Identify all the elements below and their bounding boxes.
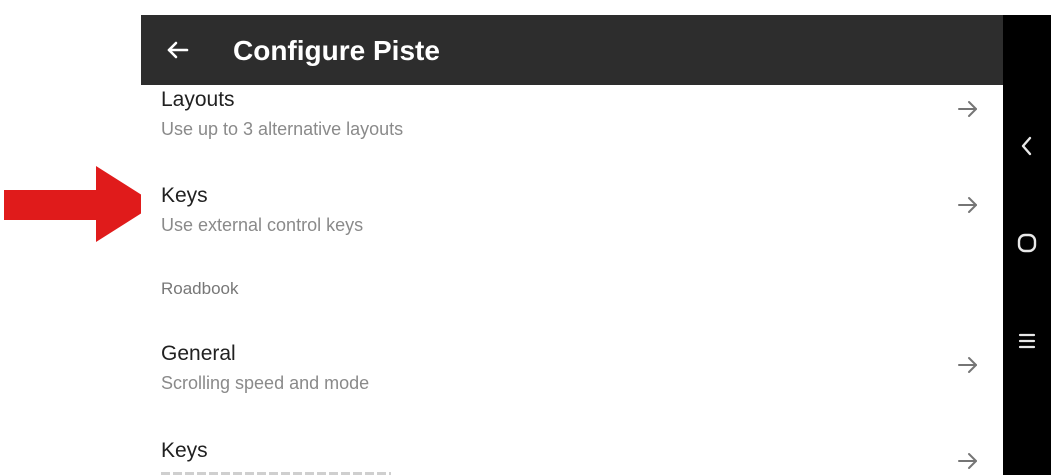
item-subtitle: Scrolling speed and mode: [161, 373, 370, 393]
back-chevron-icon[interactable]: [1013, 132, 1041, 160]
screenshot-stage: Configure Piste Layouts Use up to 3 alte…: [0, 0, 1051, 475]
item-title: Keys: [161, 184, 208, 207]
settings-item-keys[interactable]: Keys Use external control keys: [141, 179, 1003, 245]
truncated-subtitle: [161, 470, 391, 475]
item-subtitle: Use up to 3 alternative layouts: [161, 119, 404, 139]
recents-menu-icon[interactable]: [1013, 327, 1041, 355]
arrow-right-icon: [958, 101, 977, 117]
back-button[interactable]: [159, 32, 195, 68]
app-screen: Configure Piste Layouts Use up to 3 alte…: [141, 15, 1003, 475]
page-title: Configure Piste: [233, 35, 440, 66]
arrow-right-icon: [958, 357, 977, 373]
item-title: Layouts: [161, 88, 235, 111]
arrow-right-icon: [958, 197, 977, 213]
settings-item-roadbook-keys[interactable]: Keys: [141, 437, 1003, 475]
item-subtitle: Use external control keys: [161, 215, 364, 235]
settings-item-general[interactable]: General Scrolling speed and mode: [141, 339, 1003, 405]
section-header-roadbook: Roadbook: [161, 279, 239, 298]
app-bar: Configure Piste: [141, 15, 1003, 85]
red-pointer-arrow-icon: [4, 166, 156, 242]
item-title: General: [161, 342, 236, 365]
item-title: Keys: [161, 439, 208, 462]
home-circle-icon[interactable]: [1013, 229, 1041, 257]
arrow-right-icon: [958, 453, 977, 469]
arrow-left-icon: [167, 41, 189, 59]
system-nav-bar: [1003, 15, 1051, 475]
settings-item-layouts[interactable]: Layouts Use up to 3 alternative layouts: [141, 85, 1003, 143]
